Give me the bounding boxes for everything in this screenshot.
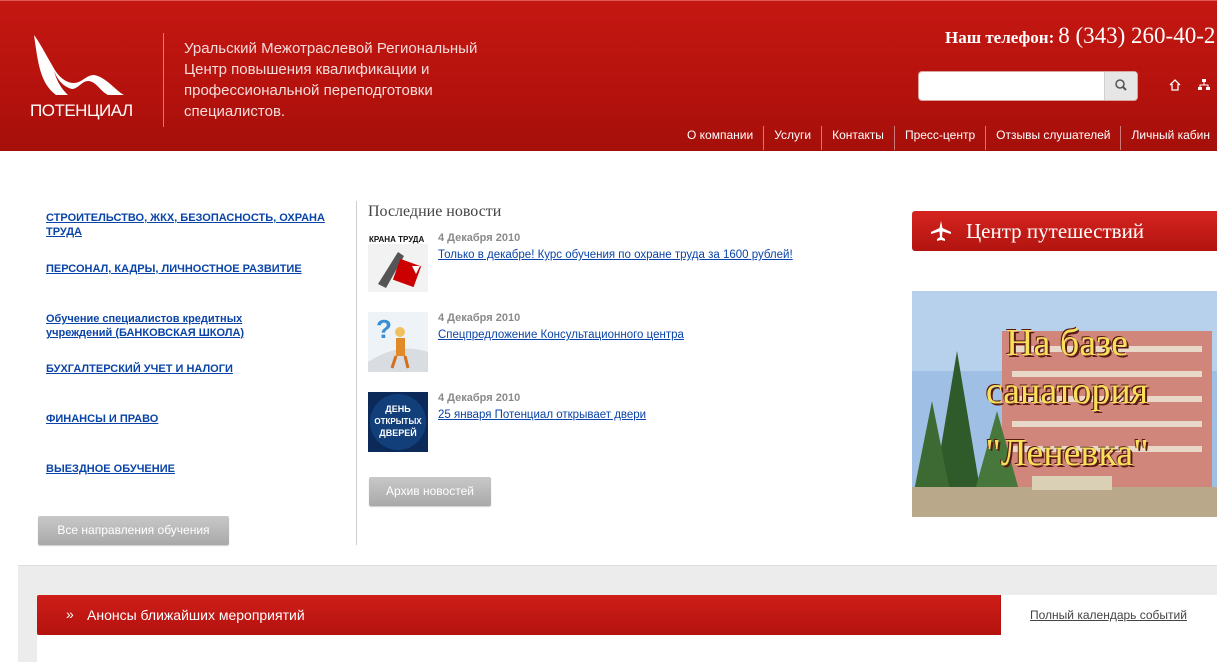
all-directions-button[interactable]: Все направления обучения (38, 516, 229, 545)
news-item: КРАНА ТРУДА 4 Декабря 2010 Только в дека… (368, 232, 868, 292)
organization-name: Уральский Межотраслевой Региональный Цен… (184, 40, 478, 120)
news-title: Последние новости (368, 203, 502, 220)
news-archive-button[interactable]: Архив новостей (369, 477, 491, 506)
news-thumbnail[interactable]: ? (368, 312, 428, 372)
news-item: ? 4 Декабря 2010 Спецпредложение Консуль… (368, 312, 868, 372)
category-link-outbound[interactable]: ВЫЕЗДНОЕ ОБУЧЕНИЕ (46, 462, 326, 476)
travel-center-button[interactable]: Центр путешествий (912, 211, 1217, 251)
banner-line-3: "Леневка" (985, 432, 1149, 474)
category-link-construction[interactable]: СТРОИТЕЛЬСТВО, ЖКХ, БЕЗОПАСНОСТЬ, ОХРАНА… (46, 211, 326, 239)
logo-divider (163, 33, 164, 127)
logo-text: ПОТЕНЦИАЛ (30, 101, 133, 120)
sanatorium-banner[interactable]: На базе санатория "Леневка" (912, 291, 1217, 517)
nav-about[interactable]: О компании (677, 126, 763, 150)
svg-text:ОТКРЫТЫХ: ОТКРЫТЫХ (374, 417, 422, 426)
news-item: ДЕНЬ ОТКРЫТЫХ ДВЕРЕЙ 4 Декабря 2010 25 я… (368, 392, 868, 452)
svg-text:?: ? (376, 314, 392, 344)
category-link-personnel[interactable]: ПЕРСОНАЛ, КАДРЫ, ЛИЧНОСТНОЕ РАЗВИТИЕ (46, 262, 326, 276)
search-box (918, 71, 1138, 101)
nav-contacts[interactable]: Контакты (821, 126, 894, 150)
category-link-finance-law[interactable]: ФИНАНСЫ И ПРАВО (46, 412, 326, 426)
phone-number: 8 (343) 260-40-2 (1058, 23, 1216, 48)
svg-text:ДВЕРЕЙ: ДВЕРЕЙ (379, 427, 416, 438)
site-header: ПОТЕНЦИАЛ Уральский Межотраслевой Регион… (0, 0, 1217, 151)
news-link[interactable]: 25 января Потенциал открывает двери (438, 409, 646, 421)
events-content-area (37, 635, 1217, 662)
logo-swoosh-icon (34, 35, 124, 95)
news-link[interactable]: Только в декабре! Курс обучения по охран… (438, 249, 793, 261)
search-button[interactable] (1104, 72, 1137, 100)
news-thumb-text: КРАНА ТРУДА (369, 235, 424, 244)
calendar-link-area: Полный календарь событий (1000, 595, 1217, 635)
category-link-accounting[interactable]: БУХГАЛТЕРСКИЙ УЧЕТ И НАЛОГИ (46, 362, 326, 376)
column-divider (356, 201, 357, 545)
news-date: 4 Декабря 2010 (438, 392, 521, 404)
category-link-banking[interactable]: Обучение специалистов кредитных учрежден… (46, 312, 276, 340)
nav-personal-account[interactable]: Личный кабин (1120, 126, 1217, 150)
phone-label: Наш телефон: (945, 28, 1055, 47)
travel-center-label: Центр путешествий (966, 219, 1145, 243)
site-logo[interactable]: ПОТЕНЦИАЛ (28, 33, 150, 125)
news-date: 4 Декабря 2010 (438, 232, 521, 244)
events-announcement-bar: » Анонсы ближайших мероприятий Полный ка… (37, 595, 1217, 635)
banner-line-2: санатория (985, 370, 1149, 412)
news-link[interactable]: Спецпредложение Консультационного центра (438, 329, 684, 341)
news-thumbnail[interactable]: КРАНА ТРУДА (368, 232, 428, 292)
banner-line-1: На базе (1006, 322, 1128, 364)
news-thumbnail[interactable]: ДЕНЬ ОТКРЫТЫХ ДВЕРЕЙ (368, 392, 428, 452)
search-input[interactable] (923, 75, 1103, 97)
double-chevron-icon: » (66, 606, 74, 622)
events-title: Анонсы ближайших мероприятий (87, 607, 305, 623)
svg-text:ДЕНЬ: ДЕНЬ (385, 404, 411, 414)
nav-services[interactable]: Услуги (763, 126, 821, 150)
magnifier-icon (1115, 79, 1127, 91)
phone-block: Наш телефон: 8 (343) 260-40-2 (945, 23, 1215, 49)
news-date: 4 Декабря 2010 (438, 312, 521, 324)
top-navigation: О компании Услуги Контакты Пресс-центр О… (677, 126, 1217, 150)
airplane-icon (931, 221, 951, 241)
nav-reviews[interactable]: Отзывы слушателей (985, 126, 1120, 150)
nav-press-center[interactable]: Пресс-центр (893, 126, 985, 150)
full-calendar-link[interactable]: Полный календарь событий (1030, 608, 1187, 622)
home-icon[interactable] (1168, 78, 1182, 92)
sitemap-icon[interactable] (1197, 78, 1211, 92)
